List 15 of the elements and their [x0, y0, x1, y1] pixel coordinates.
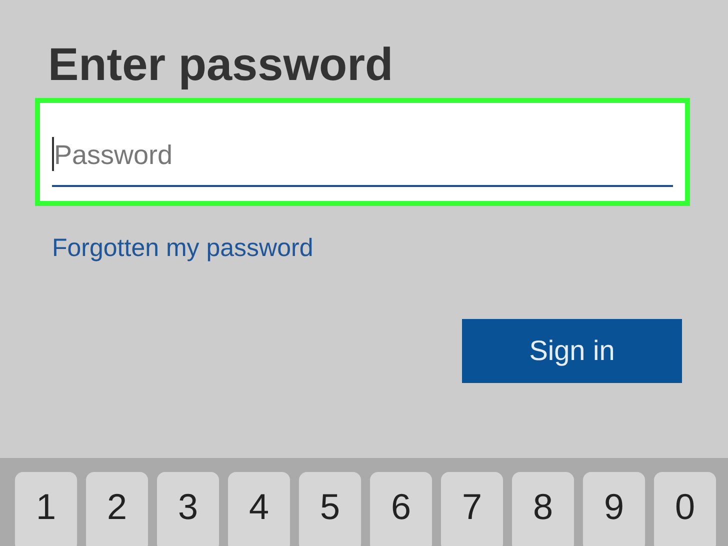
- forgot-password-link[interactable]: Forgotten my password: [52, 234, 314, 263]
- keyboard-key[interactable]: 1: [15, 472, 77, 546]
- keyboard-key[interactable]: 5: [299, 472, 361, 546]
- keyboard-key[interactable]: 9: [583, 472, 645, 546]
- keyboard-key[interactable]: 3: [157, 472, 219, 546]
- keyboard-key[interactable]: 6: [370, 472, 432, 546]
- keyboard-key[interactable]: 8: [512, 472, 574, 546]
- sign-in-button[interactable]: Sign in: [462, 319, 682, 383]
- page-title: Enter password: [48, 37, 394, 92]
- keyboard-key[interactable]: 4: [228, 472, 290, 546]
- keyboard-key[interactable]: 2: [86, 472, 148, 546]
- keyboard-key[interactable]: 7: [441, 472, 503, 546]
- password-field[interactable]: Password: [52, 125, 673, 187]
- password-box[interactable]: Password: [40, 103, 685, 201]
- keyboard-key[interactable]: 0: [654, 472, 716, 546]
